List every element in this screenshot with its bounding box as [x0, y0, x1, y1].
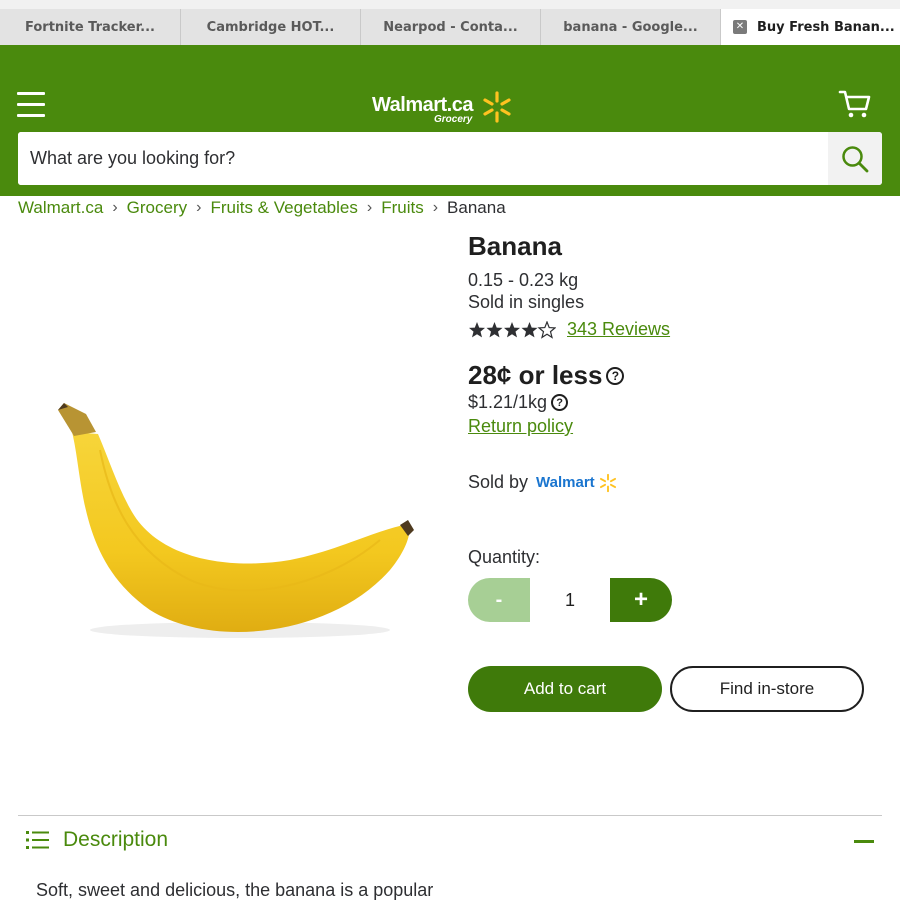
breadcrumb-current: Banana [447, 198, 506, 217]
unit-price: $1.21/1kg ? [468, 392, 569, 413]
browser-tab[interactable]: banana - Google... [541, 9, 721, 45]
logo-subtitle: Grocery [434, 114, 473, 125]
browser-tab-label: banana - Google... [563, 19, 698, 35]
walmart-logo[interactable]: Walmart.ca Grocery [372, 90, 522, 130]
spark-icon [599, 473, 616, 492]
breadcrumb-separator: › [366, 199, 373, 216]
browser-tab[interactable]: Cambridge HOT... [181, 9, 361, 45]
product-title: Banana [468, 231, 562, 261]
hamburger-menu-icon[interactable] [17, 92, 45, 118]
star-rating-icon [469, 320, 556, 338]
breadcrumb-separator: › [112, 199, 118, 216]
site-header: Walmart.ca Grocery [0, 45, 900, 196]
price-help-icon[interactable]: ? [606, 366, 625, 385]
breadcrumb-link-walmart[interactable]: Walmart.ca [18, 198, 103, 218]
search-button[interactable] [828, 132, 882, 185]
unit-price-text: $1.21/1kg [468, 392, 548, 412]
quantity-increase-button[interactable]: + [610, 578, 672, 622]
product-image-banana[interactable] [40, 390, 430, 650]
breadcrumb-link-grocery[interactable]: Grocery [127, 198, 187, 218]
quantity-label: Quantity: [468, 547, 541, 567]
reviews-link[interactable]: 343 Reviews [567, 319, 670, 340]
browser-tab-label: Buy Fresh Banan... [757, 19, 895, 35]
return-policy-link[interactable]: Return policy [468, 416, 573, 437]
browser-tab-label: Cambridge HOT... [206, 19, 335, 35]
seller-name: Walmart [536, 474, 595, 491]
product-price: 28¢ or less ? [468, 360, 625, 391]
quantity-decrease-button[interactable]: - [468, 578, 530, 622]
quantity-value[interactable]: 1 [530, 578, 610, 622]
section-divider [18, 815, 882, 816]
product-weight: 0.15 - 0.23 kg [468, 270, 579, 290]
browser-tab-active[interactable]: ✕ Buy Fresh Banan... [721, 9, 900, 45]
browser-tab-label: Nearpod - Conta... [383, 19, 518, 35]
breadcrumb-link-fruits[interactable]: Fruits [381, 198, 424, 218]
sold-by-label: Sold by [468, 472, 529, 492]
breadcrumb-link-fruits-vegetables[interactable]: Fruits & Vegetables [210, 198, 357, 218]
description-text: Soft, sweet and delicious, the banana is… [36, 880, 434, 900]
search-icon [842, 145, 869, 172]
browser-tab-label: Fortnite Tracker... [25, 19, 155, 35]
collapse-minus-icon[interactable] [854, 840, 874, 843]
find-in-store-button[interactable]: Find in-store [670, 666, 864, 712]
browser-tab[interactable]: Fortnite Tracker... [0, 9, 181, 45]
product-rating: 343 Reviews [468, 319, 670, 340]
sold-by: Sold by Walmart [468, 472, 618, 493]
cart-icon[interactable] [838, 89, 872, 119]
browser-tab-bar: Fortnite Tracker... Cambridge HOT... Nea… [0, 0, 900, 45]
price-text: 28¢ or less [468, 360, 603, 390]
unit-price-help-icon[interactable]: ? [551, 394, 569, 411]
sold-in-singles: Sold in singles [468, 292, 585, 312]
spark-icon [483, 91, 511, 123]
close-tab-icon[interactable]: ✕ [733, 20, 747, 34]
search-input[interactable] [18, 132, 828, 185]
description-header[interactable]: Description [26, 828, 168, 852]
description-title: Description [63, 828, 169, 851]
breadcrumb: Walmart.ca › Grocery › Fruits & Vegetabl… [18, 197, 506, 219]
browser-tab[interactable]: Nearpod - Conta... [361, 9, 541, 45]
breadcrumb-separator: › [196, 199, 202, 216]
add-to-cart-button[interactable]: Add to cart [468, 666, 662, 712]
breadcrumb-separator: › [432, 199, 439, 216]
list-icon [26, 831, 49, 849]
search-bar [18, 132, 882, 185]
